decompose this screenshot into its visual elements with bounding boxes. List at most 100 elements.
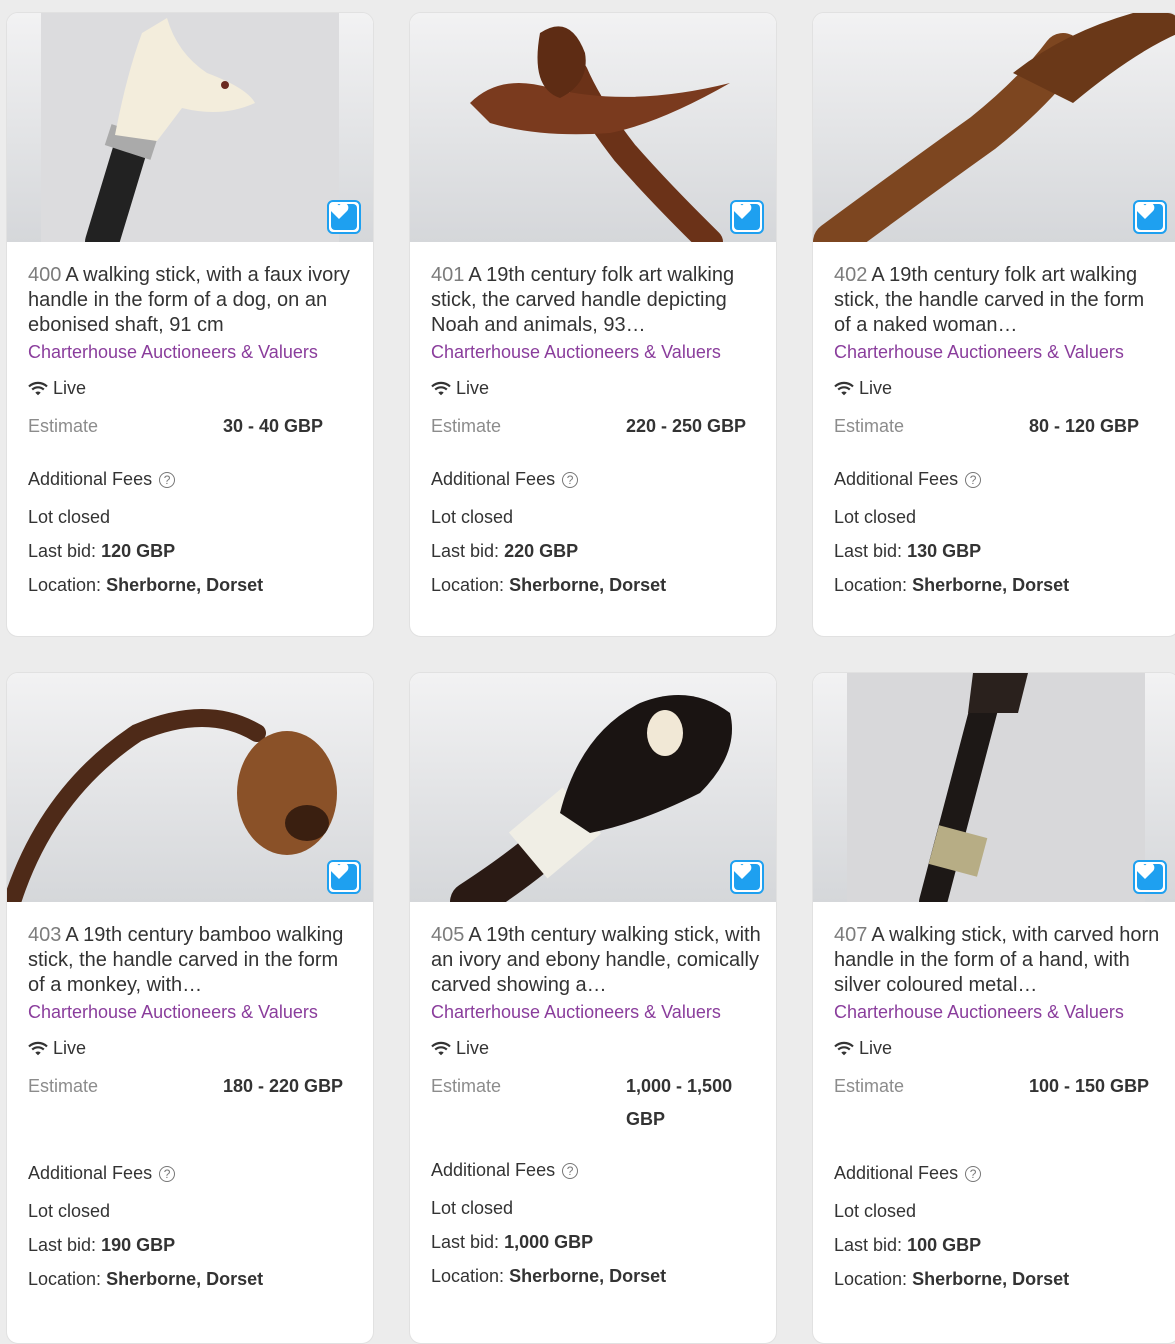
estimate-value: 30 - 40 GBP: [223, 416, 324, 436]
lot-card[interactable]: 403 A 19th century bamboo walking stick, …: [6, 672, 374, 1344]
lot-number: 403: [28, 924, 62, 946]
additional-fees-label: Additional Fees: [431, 1160, 556, 1180]
favorite-button[interactable]: [327, 200, 361, 234]
location: Location: Sherborne, Dorset: [431, 575, 667, 595]
estimate-row: Estimate 30 - 40 GBP: [28, 416, 359, 443]
lot-status: Lot closed Last bid: 220 GBP Location: S…: [431, 500, 762, 602]
additional-fees[interactable]: Additional Fees ?: [834, 469, 1165, 490]
heart-icon: [1135, 202, 1163, 230]
auction-house-link[interactable]: Charterhouse Auctioneers & Valuers: [834, 342, 1165, 366]
favorite-button[interactable]: [1133, 200, 1167, 234]
estimate-value: 180 - 220 GBP: [223, 1076, 344, 1096]
lot-photo[interactable]: [7, 13, 373, 242]
lot-title-text: A 19th century walking stick, with an iv…: [431, 924, 761, 996]
lot-card[interactable]: 401 A 19th century folk art walking stick…: [409, 12, 777, 637]
live-badge: Live: [431, 376, 762, 400]
estimate-row: Estimate 80 - 120 GBP: [834, 416, 1165, 443]
last-bid: Last bid: 1,000 GBP: [431, 1232, 594, 1252]
lot-number: 402: [834, 264, 868, 286]
estimate-row: Estimate 1,000 - 1,500 GBP: [431, 1076, 762, 1136]
location: Location: Sherborne, Dorset: [28, 1269, 264, 1289]
help-icon[interactable]: ?: [159, 471, 176, 488]
live-label: Live: [53, 1037, 87, 1058]
auction-house-link[interactable]: Charterhouse Auctioneers & Valuers: [431, 342, 762, 366]
lot-closed-text: Lot closed: [431, 1198, 514, 1218]
last-bid: Last bid: 120 GBP: [28, 541, 176, 561]
additional-fees[interactable]: Additional Fees ?: [431, 1160, 762, 1181]
additional-fees[interactable]: Additional Fees ?: [431, 469, 762, 490]
wifi-icon: [834, 1041, 854, 1055]
additional-fees-label: Additional Fees: [431, 469, 556, 489]
live-label: Live: [859, 377, 893, 398]
auction-house-link[interactable]: Charterhouse Auctioneers & Valuers: [431, 1002, 762, 1026]
lot-closed-text: Lot closed: [28, 507, 111, 527]
lot-closed-text: Lot closed: [834, 507, 917, 527]
location: Location: Sherborne, Dorset: [431, 1266, 667, 1286]
location: Location: Sherborne, Dorset: [834, 575, 1070, 595]
wifi-icon: [431, 381, 451, 395]
live-label: Live: [859, 1037, 893, 1058]
favorite-button[interactable]: [730, 200, 764, 234]
lot-number: 400: [28, 264, 62, 286]
lot-number: 405: [431, 924, 465, 946]
wifi-icon: [834, 381, 854, 395]
help-icon[interactable]: ?: [965, 471, 982, 488]
auction-house-link[interactable]: Charterhouse Auctioneers & Valuers: [28, 342, 359, 366]
favorite-button[interactable]: [327, 860, 361, 894]
lot-card[interactable]: 407 A walking stick, with carved horn han…: [812, 672, 1175, 1344]
additional-fees-label: Additional Fees: [28, 1163, 153, 1183]
additional-fees[interactable]: Additional Fees ?: [28, 1163, 359, 1184]
lot-title[interactable]: 405 A 19th century walking stick, with an…: [431, 923, 762, 998]
auction-house-link[interactable]: Charterhouse Auctioneers & Valuers: [834, 1002, 1165, 1026]
estimate-value: 100 - 150 GBP: [1029, 1076, 1150, 1096]
lot-photo[interactable]: [7, 673, 373, 902]
walking-stick-image: [7, 709, 337, 902]
lot-status: Lot closed Last bid: 190 GBP Location: S…: [28, 1194, 359, 1296]
lot-photo[interactable]: [410, 13, 776, 242]
additional-fees[interactable]: Additional Fees ?: [28, 469, 359, 490]
live-badge: Live: [834, 1036, 1165, 1060]
lot-card[interactable]: 400 A walking stick, with a faux ivory ha…: [6, 12, 374, 637]
estimate-value: 1,000 - 1,500 GBP: [626, 1076, 733, 1129]
auction-house-link[interactable]: Charterhouse Auctioneers & Valuers: [28, 1002, 359, 1026]
live-badge: Live: [834, 376, 1165, 400]
favorite-button[interactable]: [730, 860, 764, 894]
additional-fees-label: Additional Fees: [834, 1163, 959, 1183]
wifi-icon: [28, 1041, 48, 1055]
lot-closed-text: Lot closed: [431, 507, 514, 527]
heart-icon: [732, 862, 760, 890]
additional-fees[interactable]: Additional Fees ?: [834, 1163, 1165, 1184]
lot-status: Lot closed Last bid: 130 GBP Location: S…: [834, 500, 1165, 602]
help-icon[interactable]: ?: [562, 471, 579, 488]
lot-status: Lot closed Last bid: 100 GBP Location: S…: [834, 1194, 1165, 1296]
lot-title-text: A walking stick, with carved horn handle…: [834, 924, 1160, 996]
lot-title[interactable]: 400 A walking stick, with a faux ivory ha…: [28, 263, 359, 338]
last-bid: Last bid: 190 GBP: [28, 1235, 176, 1255]
lot-closed-text: Lot closed: [28, 1201, 111, 1221]
estimate-label: Estimate: [28, 416, 99, 436]
lot-photo[interactable]: [813, 673, 1175, 902]
favorite-button[interactable]: [1133, 860, 1167, 894]
lot-title[interactable]: 401 A 19th century folk art walking stick…: [431, 263, 762, 338]
live-badge: Live: [28, 1036, 359, 1060]
live-label: Live: [456, 377, 490, 398]
lot-card[interactable]: 405 A 19th century walking stick, with an…: [409, 672, 777, 1344]
lot-title[interactable]: 407 A walking stick, with carved horn han…: [834, 923, 1165, 998]
lot-title[interactable]: 402 A 19th century folk art walking stick…: [834, 263, 1165, 338]
help-icon[interactable]: ?: [965, 1165, 982, 1182]
estimate-label: Estimate: [834, 416, 905, 436]
lot-photo[interactable]: [813, 13, 1175, 242]
live-badge: Live: [28, 376, 359, 400]
lot-title[interactable]: 403 A 19th century bamboo walking stick, …: [28, 923, 359, 998]
additional-fees-label: Additional Fees: [28, 469, 153, 489]
wifi-icon: [431, 1041, 451, 1055]
help-icon[interactable]: ?: [159, 1165, 176, 1182]
heart-icon: [732, 202, 760, 230]
help-icon[interactable]: ?: [562, 1162, 579, 1179]
lot-card[interactable]: 402 A 19th century folk art walking stick…: [812, 12, 1175, 637]
heart-icon: [1135, 862, 1163, 890]
lot-photo[interactable]: [410, 673, 776, 902]
last-bid: Last bid: 130 GBP: [834, 541, 982, 561]
heart-icon: [329, 202, 357, 230]
lot-title-text: A 19th century bamboo walking stick, the…: [28, 924, 344, 996]
